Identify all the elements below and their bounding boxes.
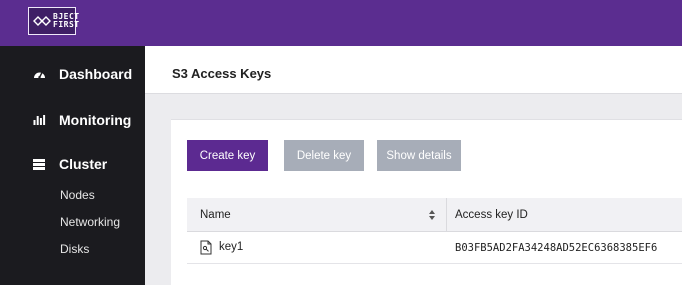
column-header-access-key-id[interactable]: Access key ID: [455, 209, 528, 221]
sort-icon[interactable]: [427, 208, 437, 222]
create-key-button[interactable]: Create key: [187, 140, 268, 171]
bar-chart-icon: [33, 114, 59, 126]
main-content: S3 Access Keys Create key Delete key Sho…: [145, 46, 682, 285]
sidebar-item-cluster[interactable]: Cluster: [0, 152, 145, 176]
column-divider: [446, 198, 447, 232]
table-header: Name Access key ID: [187, 198, 682, 232]
logo-text: BJECT FIRST: [53, 13, 80, 29]
table-row[interactable]: key1 B03FB5AD2FA34248AD52EC6368385EF6: [187, 232, 682, 264]
key-file-icon: [200, 240, 212, 255]
key-name: key1: [219, 241, 244, 253]
access-key-id: B03FB5AD2FA34248AD52EC6368385EF6: [455, 242, 658, 254]
sidebar: Dashboard Monitoring Cluster Nodes Netwo…: [0, 46, 145, 285]
object-first-logo[interactable]: BJECT FIRST: [28, 7, 79, 35]
show-details-button[interactable]: Show details: [377, 140, 461, 171]
sidebar-item-dashboard[interactable]: Dashboard: [0, 62, 145, 86]
sidebar-item-label: Cluster: [59, 156, 108, 172]
keys-card: Create key Delete key Show details Name …: [171, 119, 682, 285]
sidebar-subitem-networking[interactable]: Networking: [60, 215, 120, 229]
logo-diamond-icon: [33, 16, 51, 26]
sidebar-item-label: Monitoring: [59, 112, 132, 128]
page-header: S3 Access Keys: [145, 46, 682, 94]
server-stack-icon: [33, 158, 59, 170]
sidebar-subitem-disks[interactable]: Disks: [60, 242, 89, 256]
top-bar: BJECT FIRST: [0, 0, 682, 46]
delete-key-button[interactable]: Delete key: [284, 140, 364, 171]
page-title: S3 Access Keys: [172, 66, 272, 81]
dashboard-gauge-icon: [33, 68, 59, 80]
logo-line-2: FIRST: [53, 20, 80, 29]
sidebar-subitem-nodes[interactable]: Nodes: [60, 188, 95, 202]
sidebar-item-label: Dashboard: [59, 66, 133, 82]
column-header-name[interactable]: Name: [200, 209, 231, 221]
sidebar-item-monitoring[interactable]: Monitoring: [0, 108, 145, 132]
